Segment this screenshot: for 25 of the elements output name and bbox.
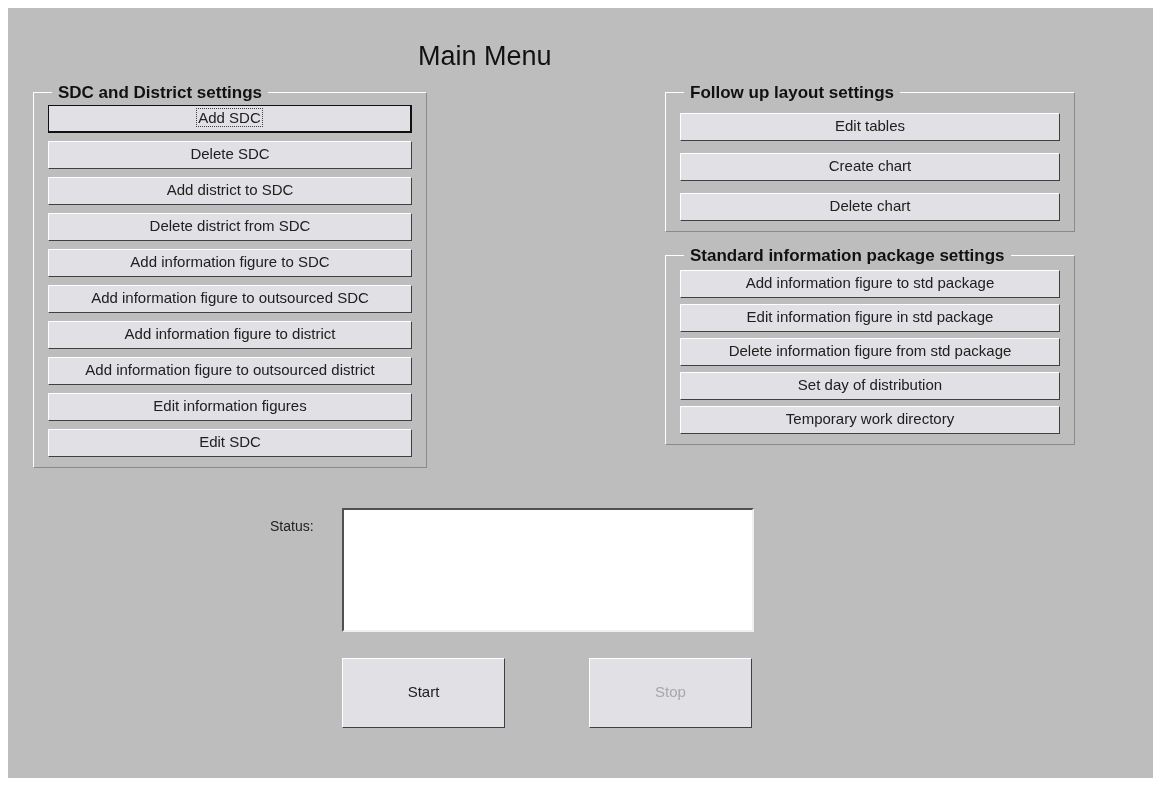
menu-button[interactable]: Add district to SDC (48, 176, 412, 205)
menu-button[interactable]: Delete chart (680, 192, 1060, 221)
menu-button[interactable]: Create chart (680, 152, 1060, 181)
menu-button[interactable]: Edit SDC (48, 428, 412, 457)
status-label: Status: (270, 516, 315, 536)
menu-button[interactable]: Temporary work directory (680, 405, 1060, 434)
menu-button[interactable]: Add SDC (48, 104, 412, 133)
menu-button[interactable]: Delete district from SDC (48, 212, 412, 241)
menu-button[interactable]: Set day of distribution (680, 371, 1060, 400)
menu-button[interactable]: Delete SDC (48, 140, 412, 169)
status-field[interactable] (342, 507, 754, 632)
menu-button[interactable]: Add information figure to district (48, 320, 412, 349)
menu-button[interactable]: Delete information figure from std package (680, 337, 1060, 366)
menu-button[interactable]: Edit tables (680, 112, 1060, 141)
window-title: Main Menu (418, 40, 552, 73)
menu-button[interactable]: Add information figure to outsourced district (48, 356, 412, 385)
menu-button[interactable]: Edit information figures (48, 392, 412, 421)
menu-button[interactable]: Edit information figure in std package (680, 303, 1060, 332)
menu-button[interactable]: Add information figure to outsourced SDC (48, 284, 412, 313)
action-button[interactable]: Start (342, 657, 505, 728)
group-title: SDC and District settings (57, 82, 264, 103)
group-title: Standard information package settings (689, 245, 1006, 266)
group-title: Follow up layout settings (689, 82, 895, 103)
menu-button[interactable]: Add information figure to SDC (48, 248, 412, 277)
menu-button[interactable]: Add information figure to std package (680, 269, 1060, 298)
